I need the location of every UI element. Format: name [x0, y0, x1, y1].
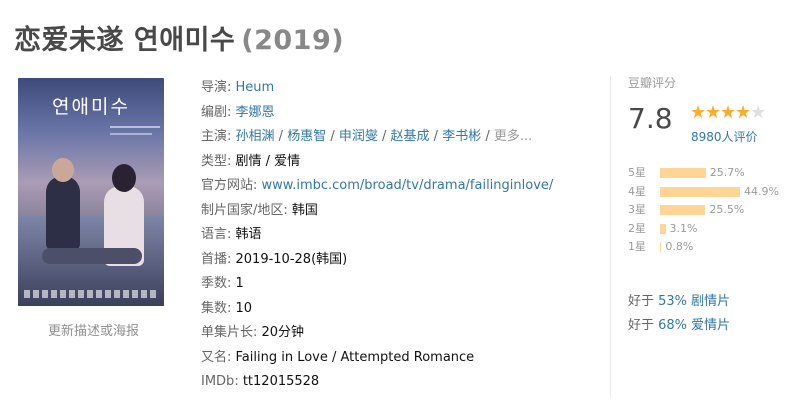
cast-separator: /: [429, 129, 443, 144]
director-link[interactable]: Heum: [236, 80, 275, 95]
better-than-list: 好于 53% 剧情片 好于 68% 爱情片: [628, 290, 730, 338]
poster-caption-line: [110, 133, 152, 135]
rating-votes-link[interactable]: 8980人评价: [691, 128, 758, 145]
genre-value: 剧情 / 爱情: [235, 153, 301, 169]
cast-link[interactable]: 李书彬: [442, 129, 481, 144]
cast-separator: /: [481, 129, 494, 144]
rating-bar: [660, 168, 706, 178]
poster-credits-strip: [24, 290, 158, 298]
cast-link[interactable]: 孙相渊: [236, 129, 275, 144]
better-than-item: 好于 53% 剧情片: [628, 290, 730, 314]
country-value: 韩国: [291, 202, 318, 218]
update-description-link[interactable]: 更新描述或海报: [48, 320, 139, 339]
info-row-seasons: 季数: 1: [201, 275, 553, 300]
rating-bar-label: 5星: [628, 166, 646, 179]
info-panel: 导演: Heum 编剧: 李娜恩 主演: 孙相渊 / 杨惠智 / 申润燮 / 赵…: [201, 79, 553, 398]
aka-label: 又名:: [201, 349, 236, 365]
rating-bar-label: 4星: [628, 184, 646, 198]
rating-score: 7.8: [628, 102, 673, 135]
premiere-value: 2019-10-28(韩国): [235, 251, 348, 267]
info-row-imdb: IMDb: tt12015528: [201, 373, 553, 398]
rating-bar-label: 1星: [628, 240, 646, 253]
cast-link[interactable]: 杨惠智: [287, 129, 326, 144]
website-label: 官方网站:: [201, 178, 262, 193]
better-than-link[interactable]: 53% 剧情片: [658, 294, 730, 309]
imdb-value: tt12015528: [242, 374, 320, 389]
info-row-country: 制片国家/地区: 韩国: [201, 202, 553, 227]
poster-figure-man-head: [52, 158, 74, 182]
rating-panel: 豆瓣评分 7.8 ★★★★★ 8980人评价: [628, 74, 800, 144]
writer-label: 编剧:: [201, 104, 236, 120]
better-than-link[interactable]: 68% 爱情片: [658, 318, 730, 333]
seasons-value: 1: [235, 276, 244, 291]
info-row-director: 导演: Heum: [201, 79, 553, 104]
section-divider: [610, 76, 611, 398]
rating-bar-percent: 25.5%: [709, 203, 745, 216]
episodes-label: 集数:: [201, 300, 236, 316]
writer-link[interactable]: 李娜恩: [236, 105, 275, 120]
info-row-aka: 又名: Failing in Love / Attempted Romance: [201, 349, 553, 374]
info-row-premiere: 首播: 2019-10-28(韩国): [201, 251, 553, 276]
rating-bar-percent: 0.8%: [665, 240, 694, 253]
info-row-genre: 类型: 剧情 / 爱情: [201, 153, 553, 178]
cast-separator: /: [377, 129, 391, 144]
rating-bar-percent: 25.7%: [709, 166, 745, 179]
poster-figure-man: [46, 176, 80, 250]
rating-bar-percent: 44.9%: [744, 184, 779, 198]
poster-figure-legs: [42, 248, 142, 264]
poster-caption-line: [110, 126, 160, 128]
poster-figure-woman-head: [112, 164, 136, 192]
language-value: 韩语: [235, 227, 262, 242]
poster-title-text: 연애미수: [52, 96, 130, 118]
info-row-cast: 主演: 孙相渊 / 杨惠智 / 申润燮 / 赵基成 / 李书彬 / 更多...: [201, 128, 553, 153]
runtime-label: 单集片长:: [201, 325, 262, 340]
genre-label: 类型:: [201, 153, 236, 169]
page-title: 恋爱未遂 연애미수 (2019): [14, 18, 344, 57]
info-row-episodes: 集数: 10: [201, 300, 553, 325]
aka-value: Failing in Love / Attempted Romance: [235, 349, 475, 365]
language-label: 语言:: [201, 227, 236, 242]
rating-bar-label: 2星: [628, 221, 646, 235]
poster-image[interactable]: 연애미수: [18, 78, 164, 306]
rating-stars: ★★★★★: [690, 102, 767, 123]
star-icon: ★: [705, 102, 722, 123]
country-label: 制片国家/地区:: [201, 202, 292, 218]
cast-separator: /: [326, 129, 339, 144]
rating-bar: [660, 205, 706, 215]
title-year: (2019): [241, 25, 345, 56]
better-than-prefix: 好于: [628, 294, 659, 309]
rating-bar: [660, 223, 666, 234]
info-row-website: 官方网站: www.imbc.com/broad/tv/drama/failin…: [201, 177, 553, 202]
rating-bar-label: 3星: [628, 203, 646, 216]
episodes-value: 10: [235, 300, 253, 316]
info-row-runtime: 单集片长: 20分钟: [201, 324, 553, 349]
cast-label: 主演:: [201, 129, 236, 144]
imdb-label: IMDb:: [201, 374, 243, 389]
star-icon: ★: [750, 102, 767, 123]
rating-bar: [660, 186, 740, 197]
cast-link[interactable]: 赵基成: [391, 129, 430, 144]
premiere-label: 首播:: [201, 251, 236, 267]
runtime-value: 20分钟: [261, 325, 305, 340]
info-row-writer: 编剧: 李娜恩: [201, 104, 553, 129]
website-link[interactable]: www.imbc.com/broad/tv/drama/failinginlov…: [262, 178, 554, 193]
better-than-prefix: 好于: [628, 318, 659, 333]
better-than-item: 好于 68% 爱情片: [628, 314, 730, 338]
seasons-label: 季数:: [201, 276, 236, 291]
rating-bar: [660, 242, 662, 252]
star-icon: ★: [720, 102, 737, 123]
director-label: 导演:: [201, 80, 236, 95]
star-icon: ★: [735, 102, 752, 123]
rating-bar-percent: 3.1%: [669, 221, 698, 235]
cast-separator: /: [274, 129, 288, 144]
cast-more-link[interactable]: 更多...: [494, 129, 532, 144]
cast-link[interactable]: 申润燮: [339, 129, 378, 144]
star-icon: ★: [690, 102, 707, 123]
rating-label: 豆瓣评分: [628, 76, 677, 90]
info-row-language: 语言: 韩语: [201, 226, 553, 251]
title-text: 恋爱未遂 연애미수: [14, 25, 236, 56]
